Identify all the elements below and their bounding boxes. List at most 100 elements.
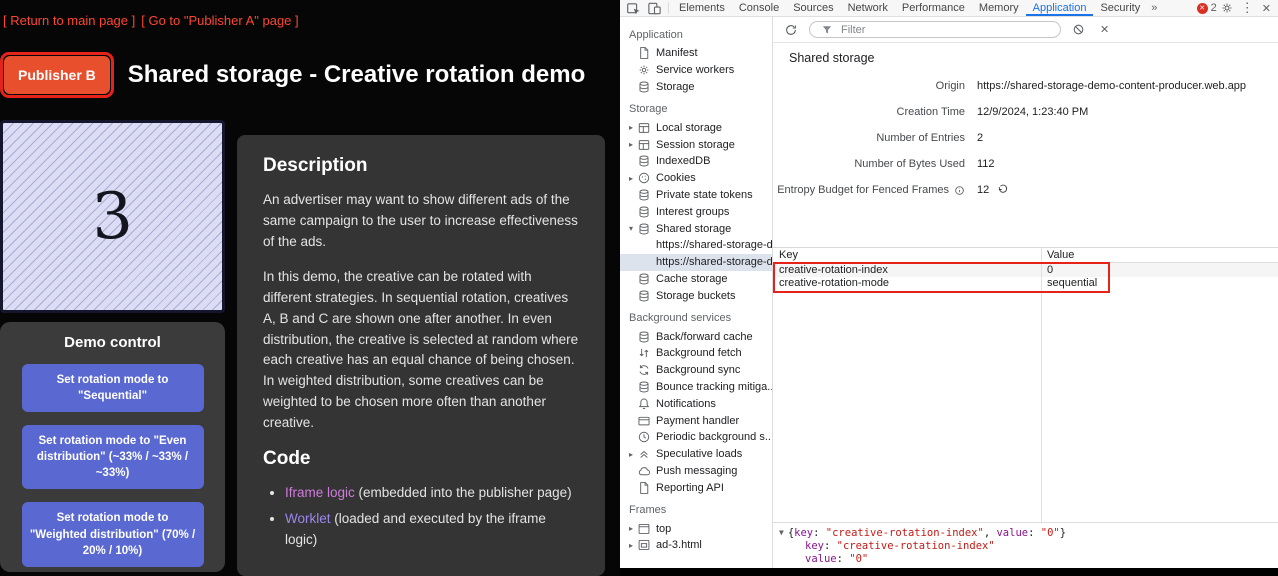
tab-memory[interactable]: Memory: [972, 0, 1026, 16]
sidebar-item-reporting-api[interactable]: Reporting API: [620, 479, 772, 496]
sidebar-item-https-shared-storage-d[interactable]: https://shared-storage-d...: [620, 237, 772, 254]
sidebar-item-cookies[interactable]: ▸ Cookies: [620, 170, 772, 187]
expand-arrow-icon[interactable]: ▸: [626, 524, 636, 533]
description-paragraph-1: An advertiser may want to show different…: [263, 190, 579, 253]
tab-sources[interactable]: Sources: [786, 0, 840, 16]
sidebar-item-background-sync[interactable]: Background sync: [620, 362, 772, 379]
sidebar-item-storage[interactable]: Storage: [620, 79, 772, 96]
close-devtools-icon[interactable]: ✕: [1258, 2, 1275, 15]
sidebar-item-label: Background fetch: [656, 347, 742, 359]
sidebar-item-storage-buckets[interactable]: Storage buckets: [620, 287, 772, 304]
sidebar-item-local-storage[interactable]: ▸ Local storage: [620, 119, 772, 136]
bell-icon: [636, 397, 652, 411]
tab-performance[interactable]: Performance: [895, 0, 972, 16]
sidebar-item-service-workers[interactable]: Service workers: [620, 62, 772, 79]
inspect-icon[interactable]: [623, 1, 644, 16]
publisher-b-button[interactable]: Publisher B: [4, 56, 110, 94]
top-link-go-to-publisher-a-page[interactable]: [ Go to "Publisher A" page ]: [141, 13, 298, 28]
sidebar-item-push-messaging[interactable]: Push messaging: [620, 463, 772, 480]
sidebar-item-private-state-tokens[interactable]: Private state tokens: [620, 187, 772, 204]
tab-console[interactable]: Console: [732, 0, 786, 16]
sidebar-item-label: Cookies: [656, 172, 696, 184]
table-row[interactable]: creative-rotation-index0: [773, 263, 1278, 277]
tab-network[interactable]: Network: [841, 0, 895, 16]
key-cell[interactable]: creative-rotation-mode: [773, 276, 1041, 290]
sidebar-section-application: Application: [620, 21, 772, 45]
error-count-badge[interactable]: ✕ 2: [1197, 2, 1217, 14]
clear-icon[interactable]: ✕: [1096, 23, 1113, 36]
disclosure-triangle-icon[interactable]: ▼: [779, 528, 784, 537]
sidebar-item-session-storage[interactable]: ▸Session storage: [620, 136, 772, 153]
value-cell[interactable]: 0: [1041, 263, 1278, 277]
settings-gear-icon[interactable]: [1217, 1, 1237, 15]
sidebar-item-shared-storage[interactable]: ▾Shared storage: [620, 220, 772, 237]
sidebar-section-frames: Frames: [620, 496, 772, 520]
device-toolbar-icon[interactable]: [644, 1, 665, 16]
page-header: Publisher B Shared storage - Creative ro…: [0, 52, 620, 98]
value-cell[interactable]: sequential: [1041, 276, 1278, 290]
tab-elements[interactable]: Elements: [672, 0, 732, 16]
sidebar-item-back-forward-cache[interactable]: Back/forward cache: [620, 328, 772, 345]
description-heading: Description: [263, 155, 579, 177]
field-row-creation-time: Creation Time12/9/2024, 1:23:40 PM: [773, 99, 1278, 125]
collapse-arrow-icon[interactable]: ▾: [626, 224, 636, 233]
expand-arrow-icon[interactable]: ▸: [626, 140, 636, 149]
block-icon[interactable]: [1069, 23, 1088, 36]
table-row[interactable]: creative-rotation-modesequential: [773, 277, 1278, 291]
preview-summary[interactable]: ▼{key: "creative-rotation-index", value:…: [779, 526, 1278, 539]
demo-control-panel: Demo control Set rotation mode to "Seque…: [0, 322, 225, 572]
tab-security[interactable]: Security: [1093, 0, 1147, 16]
sidebar-item-background-fetch[interactable]: Background fetch: [620, 345, 772, 362]
punctuation: }: [1060, 527, 1066, 539]
field-label: Number of Entries: [773, 132, 965, 144]
key-cell[interactable]: creative-rotation-index: [773, 263, 1041, 277]
field-label-text: Number of Entries: [876, 132, 965, 144]
db-icon: [636, 80, 652, 94]
demo-button-1[interactable]: Set rotation mode to "Sequential": [22, 364, 204, 412]
iframe-icon: [636, 538, 652, 552]
sidebar-item-top[interactable]: ▸top: [620, 520, 772, 537]
top-link-return-to-main-page[interactable]: [ Return to main page ]: [3, 13, 135, 28]
sidebar-item-bounce-tracking-mitiga[interactable]: Bounce tracking mitiga...: [620, 379, 772, 396]
column-header-key[interactable]: Key: [773, 248, 1041, 262]
kebab-menu-icon[interactable]: ⋮: [1237, 0, 1258, 16]
sidebar-item-speculative-loads[interactable]: ▸Speculative loads: [620, 446, 772, 463]
spec-icon: [636, 447, 652, 461]
screenshot-root: [ Return to main page ] [ Go to "Publishe…: [0, 0, 1278, 576]
field-label: Origin: [773, 80, 965, 92]
demo-button-3[interactable]: Set rotation mode to "Weighted distribut…: [22, 502, 204, 566]
code-link-worklet[interactable]: Worklet: [285, 511, 331, 526]
expand-arrow-icon[interactable]: ▸: [626, 541, 636, 550]
page-title: Shared storage - Creative rotation demo: [128, 61, 585, 89]
column-header-value[interactable]: Value: [1041, 248, 1278, 262]
tab-application[interactable]: Application: [1026, 0, 1094, 16]
sidebar-item-indexeddb[interactable]: IndexedDB: [620, 153, 772, 170]
sidebar-item-interest-groups[interactable]: Interest groups: [620, 203, 772, 220]
sidebar-item-https-shared-storage-d[interactable]: https://shared-storage-d...: [620, 254, 772, 271]
expand-arrow-icon[interactable]: ▸: [626, 450, 636, 459]
doc-icon: [636, 481, 652, 495]
sidebar-item-manifest[interactable]: Manifest: [620, 45, 772, 62]
demo-button-2[interactable]: Set rotation mode to "Even distribution"…: [22, 425, 204, 489]
sidebar-item-periodic-background-s[interactable]: Periodic background s...: [620, 429, 772, 446]
field-label-text: Entropy Budget for Fenced Frames: [777, 184, 949, 196]
preview-value: "0": [849, 553, 868, 565]
sidebar-item-cache-storage[interactable]: Cache storage: [620, 271, 772, 288]
sidebar-item-label: Reporting API: [656, 482, 724, 494]
cookie-icon: [636, 171, 652, 185]
table-icon: [636, 121, 652, 135]
filter-box[interactable]: [809, 21, 1061, 38]
more-tabs-chevron-icon[interactable]: »: [1147, 2, 1161, 14]
filter-input[interactable]: [841, 24, 1052, 36]
info-icon[interactable]: [954, 185, 965, 196]
expand-arrow-icon[interactable]: ▸: [626, 123, 636, 132]
expand-arrow-icon[interactable]: ▸: [626, 174, 636, 183]
sidebar-item-notifications[interactable]: Notifications: [620, 395, 772, 412]
sidebar-item-payment-handler[interactable]: Payment handler: [620, 412, 772, 429]
db-icon: [636, 289, 652, 303]
reset-budget-icon[interactable]: [997, 184, 1009, 196]
code-link-iframe-logic[interactable]: Iframe logic: [285, 485, 355, 500]
sidebar-item-label: Local storage: [656, 122, 722, 134]
sidebar-item-ad-3-html[interactable]: ▸ad-3.html: [620, 537, 772, 554]
refresh-icon[interactable]: [781, 23, 801, 37]
